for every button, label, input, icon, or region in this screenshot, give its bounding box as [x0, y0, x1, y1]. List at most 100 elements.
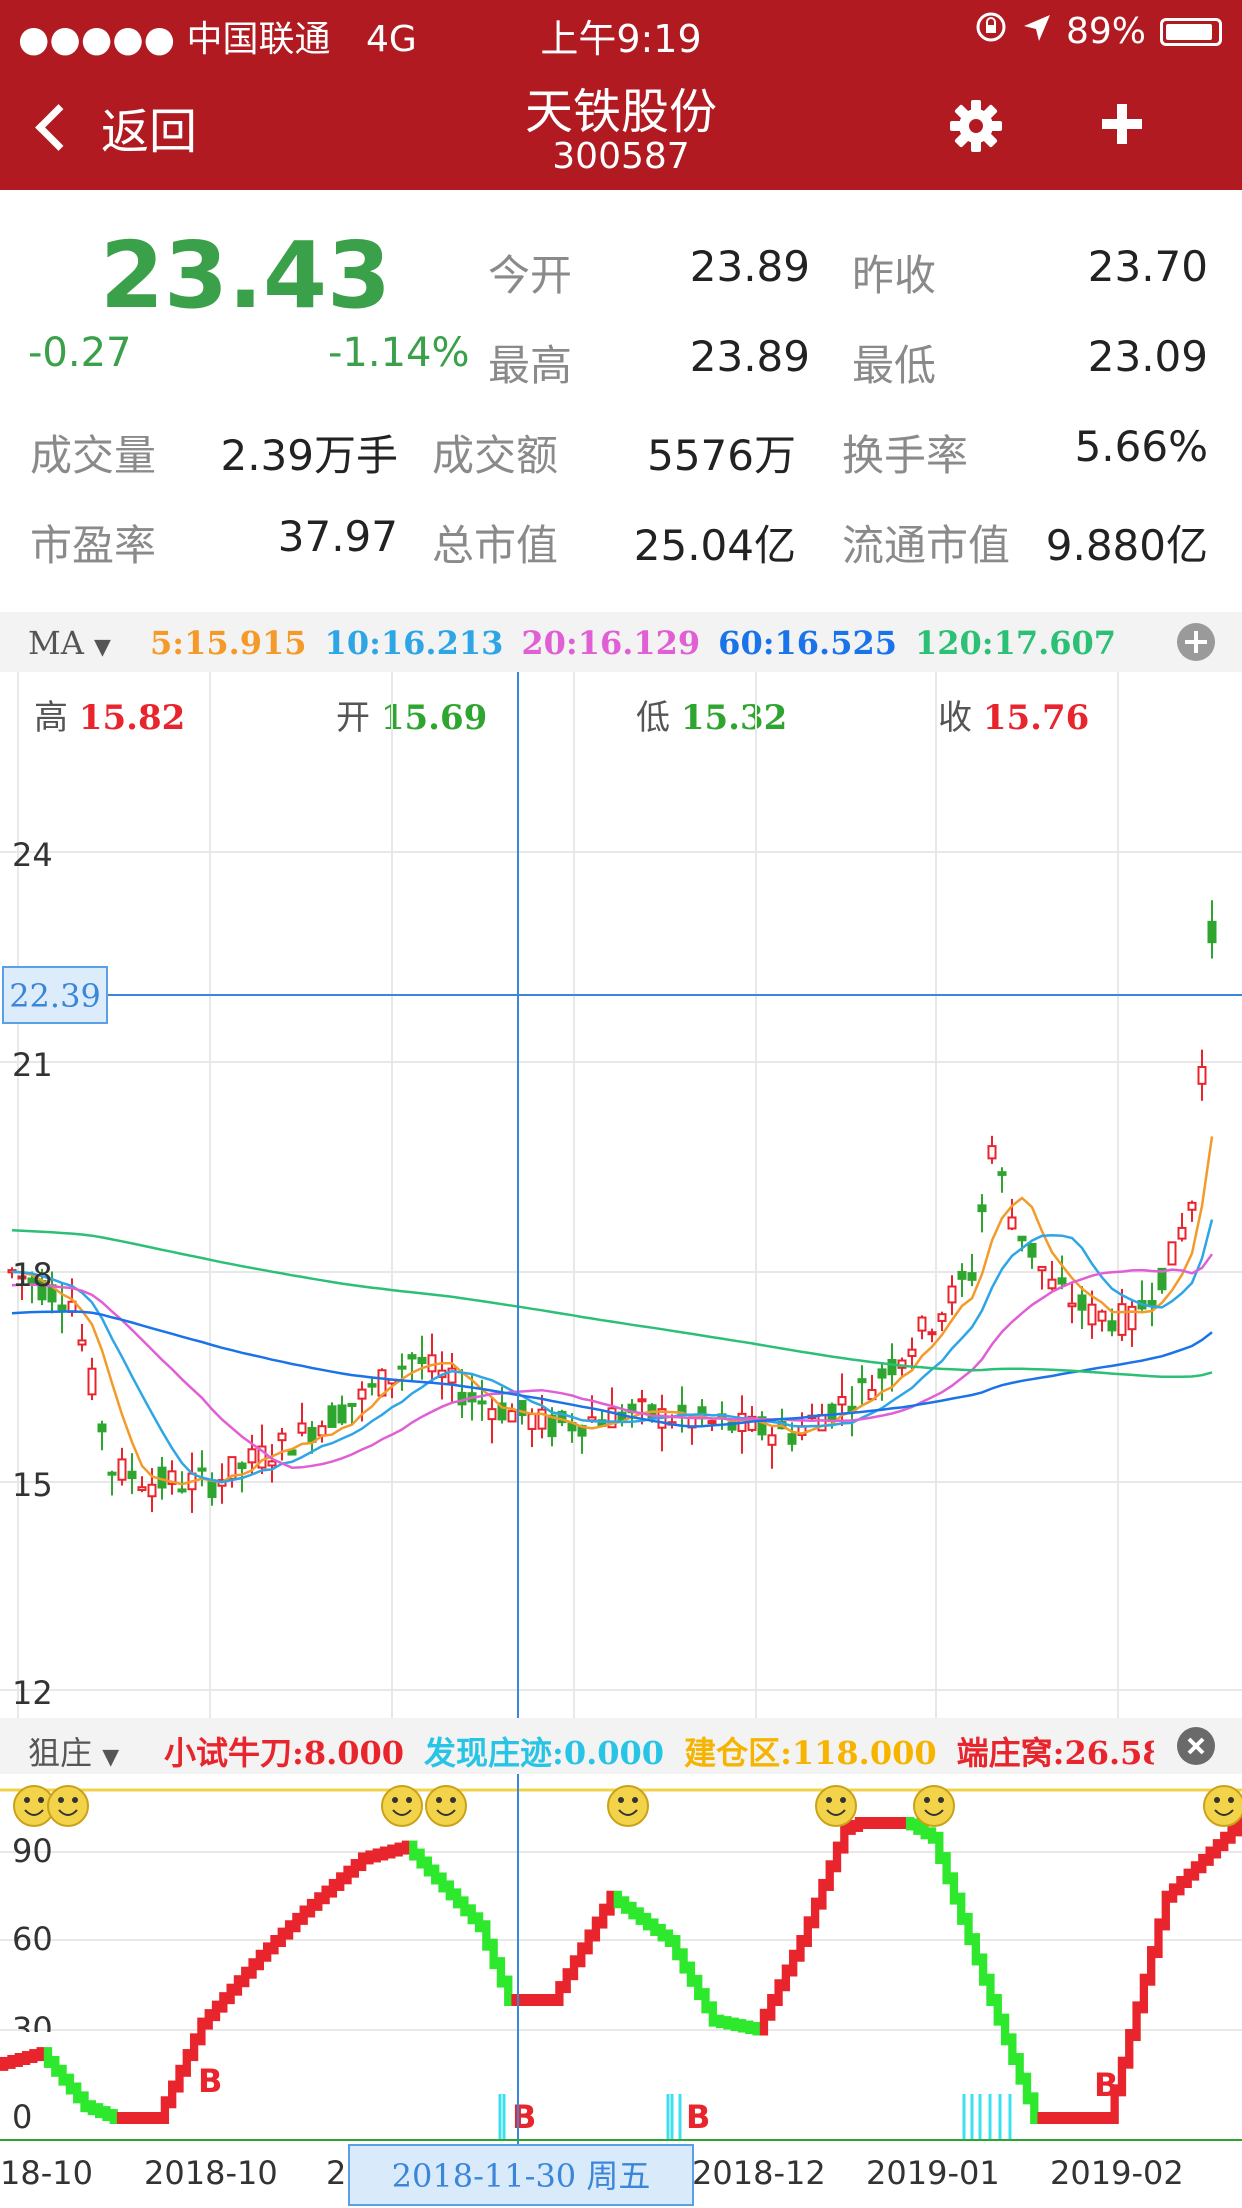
indicator-bar — [1022, 2072, 1032, 2105]
indicator-bar — [1059, 2112, 1068, 2124]
candlestick-chart[interactable] — [0, 672, 1242, 1718]
indicator-bar — [116, 2112, 126, 2124]
indicator-tick-60: 60 — [12, 1920, 53, 1958]
indicator-bar — [423, 1856, 433, 1877]
indicator-bar — [409, 1840, 418, 1861]
indicator-chart[interactable]: BB BB — [0, 1774, 1242, 2144]
indicator-bar — [306, 1898, 316, 1918]
candle-body — [987, 1145, 997, 1160]
candle-body — [1147, 1300, 1157, 1306]
smiley-icon — [815, 1785, 857, 1827]
indicator-bar — [1161, 1890, 1170, 1931]
candle-body — [177, 1488, 187, 1493]
smiley-icon — [425, 1785, 467, 1827]
indicator-bar — [1176, 1876, 1185, 1896]
indicator-bar — [328, 1878, 338, 1898]
indicator-bar — [36, 2047, 45, 2062]
status-bar: ●●●●● 中国联通 4G 上午9:19 89% — [0, 0, 1242, 62]
indicator-bar — [1147, 1946, 1156, 1986]
indicator-bar — [825, 1860, 834, 1891]
indicator-bar — [189, 2033, 199, 2062]
indicator-bar — [1183, 1868, 1192, 1888]
indicator-bar — [613, 1890, 622, 1909]
indicator-bar — [781, 1964, 791, 1992]
candle-body — [417, 1356, 427, 1365]
add-indicator-button[interactable] — [1176, 622, 1216, 670]
indicator-bar — [599, 1903, 608, 1929]
prev-close-label: 昨收 — [852, 251, 937, 300]
price-change-percent: -1.14% — [328, 330, 470, 376]
indicator-bar — [270, 1935, 279, 1955]
candle-body — [117, 1458, 127, 1481]
indicator-bar — [1073, 2112, 1083, 2124]
indicator-bar — [394, 1842, 403, 1857]
indicator-bar — [1008, 2033, 1017, 2065]
status-right: 89% — [974, 10, 1222, 53]
indicator-bar — [518, 1994, 528, 2006]
float-cap-value: 9.880亿 — [1045, 521, 1208, 570]
price-tick-18: 18 — [12, 1256, 53, 1294]
stock-name: 天铁股份 — [524, 84, 717, 140]
candle-body — [347, 1402, 357, 1407]
indicator-bar — [540, 1994, 549, 2006]
candle-body — [1087, 1303, 1097, 1326]
add-watchlist-button[interactable] — [1098, 100, 1146, 148]
candle-body — [127, 1470, 137, 1480]
smiley-icon — [913, 1785, 955, 1827]
volume-value: 2.39万手 — [220, 431, 398, 480]
smiley-face — [1203, 1785, 1242, 1827]
candle-body — [247, 1448, 257, 1464]
battery-percent: 89% — [1065, 11, 1146, 52]
indicator-tick-90: 90 — [12, 1832, 53, 1870]
ma-value-1: 10:16.213 — [324, 624, 504, 662]
indicator-bar — [73, 2082, 82, 2104]
indicator-bar — [416, 1848, 425, 1869]
indicator-bar — [357, 1852, 367, 1872]
indicator-bar — [211, 2000, 221, 2022]
x-label-2: 2 — [326, 2154, 347, 2192]
indicator-bar — [496, 1957, 506, 1988]
indicator-bar — [58, 2064, 67, 2086]
indicator-bar — [65, 2073, 75, 2095]
indicator-bar — [1015, 2053, 1024, 2085]
smiley-eye — [406, 1797, 412, 1803]
indicator-bar — [869, 1817, 878, 1829]
indicator-bar — [723, 2016, 732, 2030]
indicator-bar — [854, 1817, 864, 1832]
indicator-bar — [832, 1841, 842, 1873]
smiley-face — [607, 1785, 649, 1827]
indicator-bar — [569, 1955, 579, 1981]
indicator-bar — [964, 1912, 973, 1946]
candle-body — [57, 1304, 67, 1311]
indicator-bar — [759, 2008, 769, 2036]
indicator-bar — [1212, 1839, 1222, 1859]
indicator-value-0: 小试牛刀:8.000 — [164, 1734, 405, 1772]
candle-body — [477, 1400, 487, 1405]
current-price: 23.43 — [100, 222, 392, 329]
indicator-bar — [715, 2014, 725, 2029]
candle-body — [907, 1348, 917, 1357]
indicator-bar — [767, 1994, 776, 2021]
indicator-bar — [43, 2047, 53, 2068]
location-icon — [1022, 11, 1052, 52]
ma-selector[interactable]: MA ▼ — [28, 624, 111, 662]
close-indicator-button[interactable] — [1176, 1726, 1216, 1774]
indicator-bar — [299, 1905, 308, 1925]
indicator-bar — [1000, 2013, 1010, 2046]
x-label-0: 18-10 — [0, 2154, 93, 2192]
settings-button[interactable] — [948, 98, 1004, 154]
ma-line-5 — [11, 1136, 1214, 1486]
indicator-bar — [255, 1949, 265, 1971]
plus-icon — [1102, 104, 1142, 144]
candle-body — [1077, 1294, 1087, 1311]
indicator-bar — [642, 1912, 652, 1931]
indicator-bar — [584, 1929, 593, 1955]
indicator-bar — [314, 1892, 323, 1911]
candle-body — [1107, 1320, 1117, 1332]
indicator-bar — [401, 1840, 411, 1855]
indicator-bar — [796, 1935, 805, 1962]
indicator-selector[interactable]: 狙庄 ▼ — [28, 1728, 119, 1774]
candle-body — [1047, 1278, 1057, 1290]
indicator-bar — [577, 1942, 586, 1968]
indicator-bar — [686, 1961, 696, 1987]
